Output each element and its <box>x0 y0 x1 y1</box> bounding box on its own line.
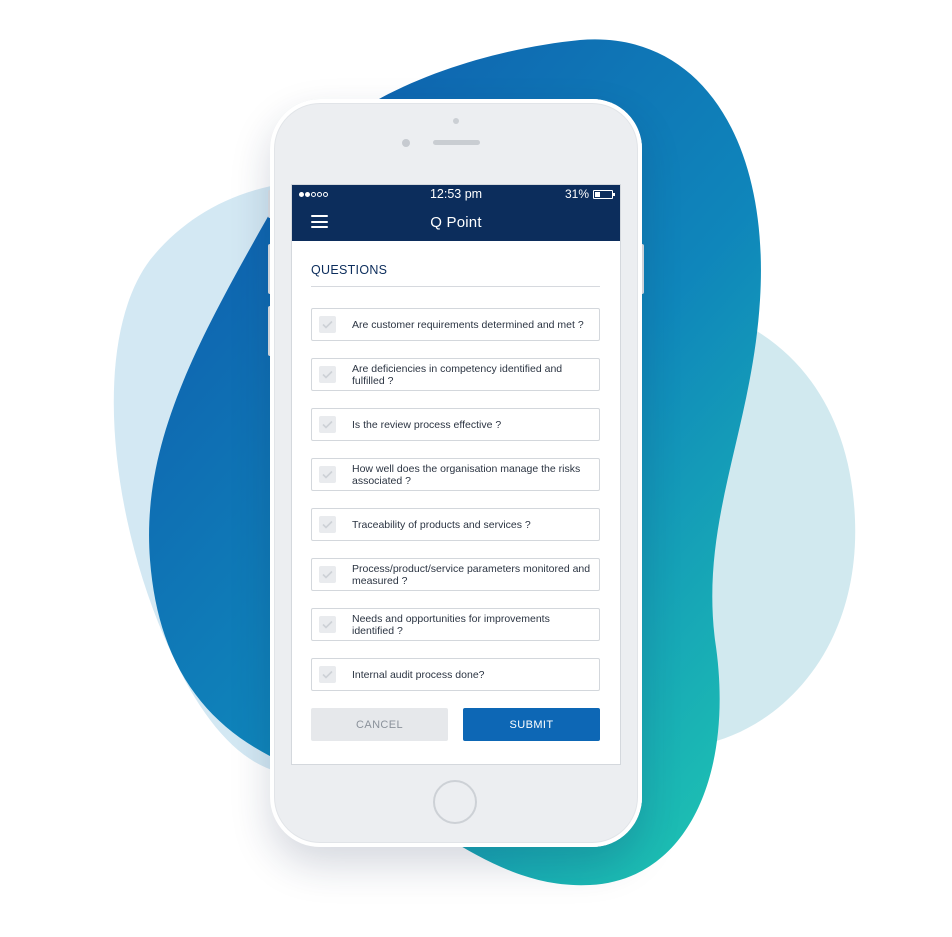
section-title: QUESTIONS <box>311 241 600 287</box>
question-item[interactable]: How well does the organisation manage th… <box>311 458 600 491</box>
checkbox[interactable] <box>319 466 336 483</box>
check-icon <box>322 520 333 529</box>
battery-percentage: 31% <box>564 187 589 201</box>
hamburger-menu-icon[interactable] <box>311 215 328 228</box>
questions-panel: QUESTIONS Are customer requirements dete… <box>292 241 620 741</box>
battery-icon <box>593 189 615 199</box>
proximity-sensor <box>453 118 459 124</box>
check-icon <box>322 470 333 479</box>
checkbox[interactable] <box>319 566 336 583</box>
question-label: Traceability of products and services ? <box>352 518 531 531</box>
question-item[interactable]: Process/product/service parameters monit… <box>311 558 600 591</box>
cancel-button[interactable]: CANCEL <box>311 708 448 741</box>
question-label: Is the review process effective ? <box>352 418 502 431</box>
signal-dot <box>323 191 328 197</box>
checkbox[interactable] <box>319 616 336 633</box>
question-label: Are deficiencies in competency identifie… <box>352 362 563 387</box>
question-item[interactable]: Internal audit process done? <box>311 658 600 691</box>
check-icon <box>322 620 333 629</box>
phone-screen: 12:53 pm 31% Q Point QUESTIONS Are custo… <box>292 185 620 764</box>
question-item[interactable]: Are deficiencies in competency identifie… <box>311 358 600 391</box>
question-item[interactable]: Is the review process effective ? <box>311 408 600 441</box>
signal-dot <box>299 191 304 197</box>
status-bar: 12:53 pm 31% <box>292 185 620 203</box>
app-header: Q Point <box>292 203 620 241</box>
app-title: Q Point <box>430 213 482 231</box>
question-label: Internal audit process done? <box>352 668 485 681</box>
question-label: How well does the organisation manage th… <box>352 462 581 487</box>
signal-strength-icon <box>299 191 328 197</box>
check-icon <box>322 570 333 579</box>
question-item[interactable]: Needs and opportunities for improvements… <box>311 608 600 641</box>
front-camera <box>402 139 410 147</box>
question-label: Are customer requirements determined and… <box>352 318 584 331</box>
signal-dot <box>305 191 310 197</box>
check-icon <box>322 370 333 379</box>
checkbox[interactable] <box>319 316 336 333</box>
check-icon <box>322 420 333 429</box>
checkbox[interactable] <box>319 666 336 683</box>
checkbox[interactable] <box>319 366 336 383</box>
question-list: Are customer requirements determined and… <box>311 308 600 691</box>
question-item[interactable]: Traceability of products and services ? <box>311 508 600 541</box>
checkbox[interactable] <box>319 416 336 433</box>
check-icon <box>322 670 333 679</box>
checkbox[interactable] <box>319 516 336 533</box>
question-label: Process/product/service parameters monit… <box>352 562 591 587</box>
check-icon <box>322 320 333 329</box>
signal-dot <box>317 191 322 197</box>
earpiece-speaker <box>433 140 480 145</box>
signal-dot <box>311 191 316 197</box>
submit-button[interactable]: SUBMIT <box>463 708 600 741</box>
form-actions: CANCEL SUBMIT <box>311 708 600 741</box>
battery-level <box>595 191 600 197</box>
question-item[interactable]: Are customer requirements determined and… <box>311 308 600 341</box>
home-button[interactable] <box>433 780 477 824</box>
question-label: Needs and opportunities for improvements… <box>352 612 550 637</box>
